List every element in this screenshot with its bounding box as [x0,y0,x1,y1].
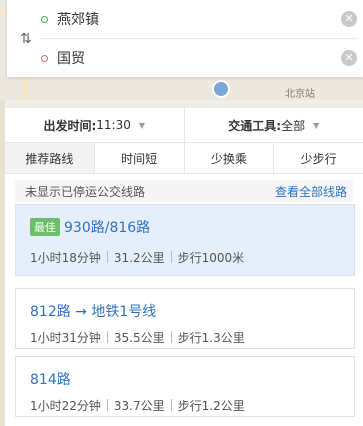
route-card[interactable]: 最佳 930路/816路 1小时18分钟 31.2公里 步行1000米 [15,204,355,276]
route-name: 812路 → 地铁1号线 [30,304,157,320]
divider [170,251,172,263]
clear-origin-icon[interactable]: ✕ [341,11,357,27]
notice-bar: 未显示已停运公交线路 查看全部线路 [15,180,353,202]
depart-time-value: 11:30 [96,118,131,132]
transport-label: 交通工具: [228,118,282,133]
divider [106,331,108,343]
destination-text[interactable]: 国贸 [57,48,341,68]
route-walk: 步行1000米 [177,250,245,265]
route-duration: 1小时18分钟 [30,250,101,265]
origin-dot-icon [41,15,48,23]
tab-less-walking[interactable]: 少步行 [273,143,363,173]
route-meta: 1小时22分钟 33.7公里 步行1.2公里 [30,393,342,417]
route-distance: 33.7公里 [113,398,165,413]
origin-field[interactable]: 燕郊镇 ✕ [41,0,357,39]
divider [170,331,172,343]
divider [170,399,172,411]
route-title: 812路 → 地铁1号线 [30,299,342,323]
route-title: 最佳 930路/816路 [30,215,342,239]
route-walk: 步行1.2公里 [177,398,245,413]
route-duration: 1小时22分钟 [30,398,101,413]
notice-text: 未显示已停运公交线路 [25,184,146,199]
transport-dropdown[interactable]: 交通工具: 全部 ▼ [183,108,363,142]
route-results-panel: 出发时间: 11:30 ▼ 交通工具: 全部 ▼ 推荐路线 时间短 少换乘 少步… [5,108,363,426]
route-meta: 1小时18分钟 31.2公里 步行1000米 [30,245,342,269]
chevron-down-icon: ▼ [313,120,320,130]
tab-shortest-time[interactable]: 时间短 [93,143,184,173]
destination-field[interactable]: 国贸 ✕ [41,39,357,77]
divider [106,251,108,263]
swap-icon[interactable]: ⇅ [17,30,35,48]
tab-recommended[interactable]: 推荐路线 [5,143,94,173]
chevron-down-icon: ▼ [138,120,146,130]
view-all-routes-link[interactable]: 查看全部线路 [275,183,347,200]
tab-fewer-transfers[interactable]: 少换乘 [183,143,274,173]
map-label: 北京站 [285,89,315,100]
best-badge: 最佳 [30,218,60,236]
options-row: 出发时间: 11:30 ▼ 交通工具: 全部 ▼ [5,108,363,143]
origin-text[interactable]: 燕郊镇 [57,9,341,29]
route-duration: 1小时31分钟 [30,330,101,345]
route-distance: 35.5公里 [113,330,165,345]
route-name: 814路 [30,372,71,388]
route-sort-tabs: 推荐路线 时间短 少换乘 少步行 [5,143,363,174]
route-walk: 步行1.3公里 [177,330,245,345]
clear-destination-icon[interactable]: ✕ [341,50,357,66]
depart-time-dropdown[interactable]: 出发时间: 11:30 ▼ [5,108,184,142]
route-search-card: ⇅ 燕郊镇 ✕ 国贸 ✕ [7,0,363,77]
depart-time-label: 出发时间: [43,118,97,133]
route-card[interactable]: 812路 → 地铁1号线 1小时31分钟 35.5公里 步行1.3公里 [15,288,355,349]
route-title: 814路 [30,367,342,391]
route-meta: 1小时31分钟 35.5公里 步行1.3公里 [30,325,342,349]
destination-dot-icon [41,54,48,62]
transport-value: 全部 [281,118,306,133]
route-name: 930路/816路 [64,220,151,236]
route-distance: 31.2公里 [113,250,165,265]
divider [106,399,108,411]
route-card[interactable]: 814路 1小时22分钟 33.7公里 步行1.2公里 [15,356,355,417]
map-pin-icon[interactable] [212,80,230,98]
